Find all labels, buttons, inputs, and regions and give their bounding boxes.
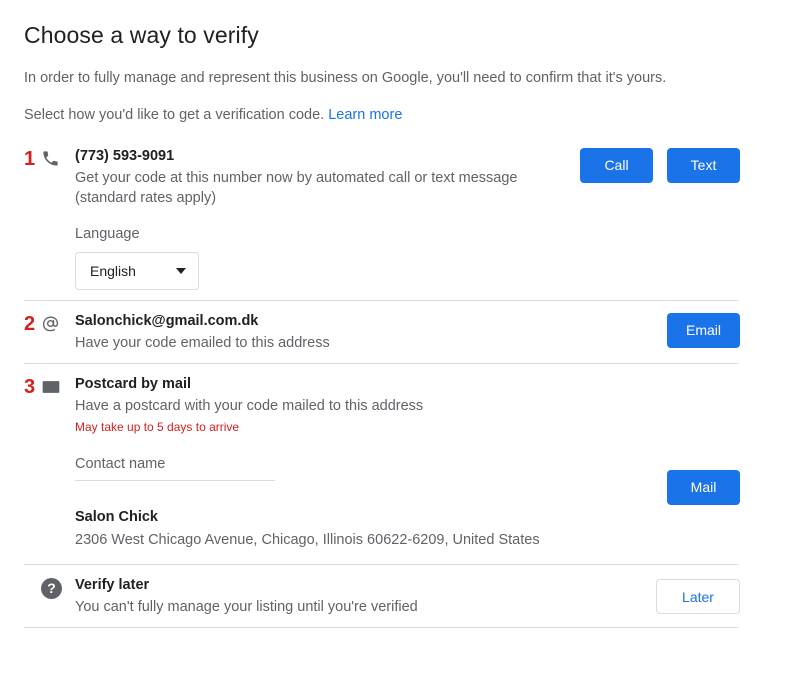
- verify-later-description: You can't fully manage your listing unti…: [75, 598, 418, 615]
- verification-page: Choose a way to verify In order to fully…: [0, 0, 786, 676]
- intro-text-secondary-label: Select how you'd like to get a verificat…: [24, 106, 325, 123]
- postcard-delivery-warning: May take up to 5 days to arrive: [75, 419, 240, 434]
- verification-options-list: 1 (773) 593-9091 Get your code at this n…: [0, 136, 786, 628]
- phone-icon: [41, 146, 75, 168]
- verification-option-phone[interactable]: 1 (773) 593-9091 Get your code at this n…: [0, 136, 786, 300]
- option-body-email: Salonchick@gmail.com.dk Have your code e…: [75, 311, 667, 353]
- call-button[interactable]: Call: [580, 147, 653, 183]
- at-sign-icon: [41, 311, 75, 333]
- help-icon-glyph: ?: [47, 580, 56, 597]
- page-header: Choose a way to verify In order to fully…: [0, 0, 786, 126]
- phone-number-label: (773) 593-9091: [75, 147, 175, 164]
- intro-text-primary: In order to fully manage and represent t…: [24, 69, 667, 86]
- divider-bottom: [24, 626, 738, 628]
- option-body-postcard: Postcard by mail Have a postcard with yo…: [75, 374, 667, 554]
- business-address-label: 2306 West Chicago Avenue, Chicago, Illin…: [75, 531, 540, 548]
- mail-button[interactable]: Mail: [667, 469, 740, 505]
- phone-option-description: Get your code at this number now by auto…: [75, 169, 518, 206]
- page-title: Choose a way to verify: [24, 22, 259, 48]
- business-address-block: Salon Chick 2306 West Chicago Avenue, Ch…: [75, 507, 659, 554]
- verify-later-title: Verify later: [75, 576, 150, 593]
- language-label: Language: [75, 225, 140, 242]
- verification-option-email[interactable]: 2 Salonchick@gmail.com.dk Have your code…: [0, 301, 786, 363]
- business-name-label: Salon Chick: [75, 508, 158, 525]
- option-body-phone: (773) 593-9091 Get your code at this num…: [75, 146, 580, 290]
- contact-name-row: [75, 455, 659, 481]
- phone-option-actions: Call Text: [580, 146, 740, 183]
- postcard-option-description: Have a postcard with your code mailed to…: [75, 397, 424, 414]
- email-option-actions: Email: [667, 311, 740, 348]
- email-address-label: Salonchick@gmail.com.dk: [75, 312, 259, 329]
- postcard-option-actions: Mail: [667, 374, 740, 505]
- text-button[interactable]: Text: [667, 147, 740, 183]
- verify-later-actions: Later: [656, 575, 740, 614]
- email-button[interactable]: Email: [667, 312, 740, 348]
- language-select-value: English: [90, 262, 136, 279]
- chevron-down-icon: [176, 267, 186, 274]
- option-index-3: 3: [24, 375, 36, 398]
- option-index-2: 2: [24, 312, 36, 335]
- option-body-verify-later: Verify later You can't fully manage your…: [75, 575, 656, 617]
- later-button[interactable]: Later: [656, 578, 740, 614]
- option-index-1: 1: [24, 147, 36, 170]
- language-block: Language English: [75, 224, 572, 290]
- learn-more-link[interactable]: Learn more: [328, 107, 402, 123]
- email-option-description: Have your code emailed to this address: [75, 334, 330, 351]
- envelope-icon: [41, 374, 75, 397]
- intro-text-secondary: Select how you'd like to get a verificat…: [24, 105, 740, 126]
- help-icon: ?: [41, 575, 75, 599]
- postcard-title: Postcard by mail: [75, 375, 192, 392]
- verify-later-option[interactable]: ? Verify later You can't fully manage yo…: [0, 565, 786, 627]
- contact-name-input[interactable]: [75, 455, 275, 481]
- verification-option-postcard[interactable]: 3 Postcard by mail Have a postcard with …: [0, 364, 786, 564]
- language-select[interactable]: English: [75, 251, 199, 290]
